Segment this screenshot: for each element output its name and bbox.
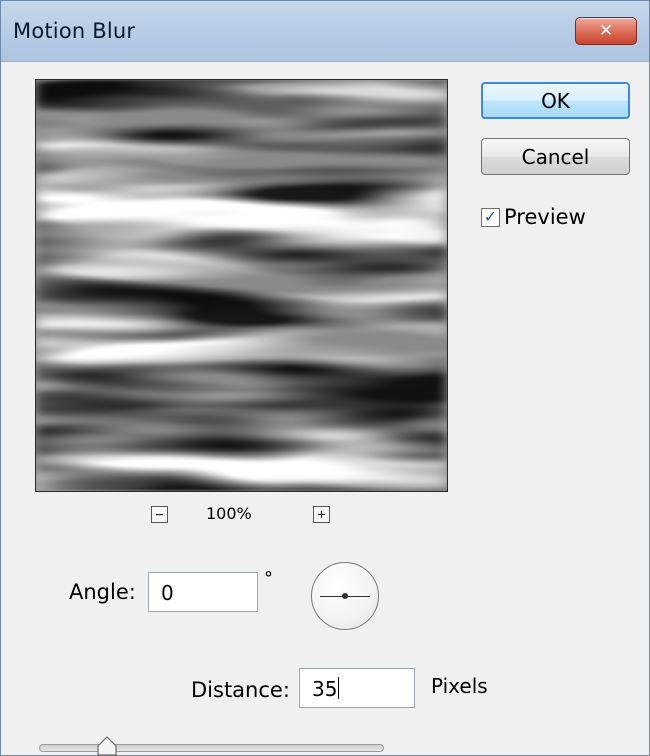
zoom-out-icon: − <box>155 506 164 523</box>
preview-label: Preview <box>504 205 586 229</box>
text-caret <box>338 677 340 699</box>
ok-button[interactable]: OK <box>481 82 630 119</box>
distance-value: 35 <box>312 677 338 701</box>
angle-dial-center <box>342 593 348 599</box>
zoom-in-icon: + <box>317 506 326 523</box>
cancel-button[interactable]: Cancel <box>481 138 630 175</box>
title-bar[interactable]: Motion Blur ✕ <box>1 1 649 62</box>
close-icon: ✕ <box>598 20 614 41</box>
slider-thumb-icon[interactable] <box>96 736 118 756</box>
preview-toggle[interactable]: ✓ Preview <box>481 205 586 229</box>
preview-checkbox[interactable]: ✓ <box>481 207 500 227</box>
zoom-level: 100% <box>206 504 252 523</box>
checkmark-icon: ✓ <box>483 207 498 226</box>
close-button[interactable]: ✕ <box>575 17 637 45</box>
distance-slider[interactable] <box>39 744 384 752</box>
zoom-in-button[interactable]: + <box>313 506 330 523</box>
distance-input[interactable]: 35 <box>299 668 415 708</box>
angle-input[interactable]: 0 <box>148 572 258 612</box>
angle-label: Angle: <box>69 580 136 604</box>
distance-unit: Pixels <box>431 674 488 698</box>
distance-label: Distance: <box>191 678 290 702</box>
angle-dial[interactable] <box>311 562 379 630</box>
degree-symbol: ° <box>264 568 273 589</box>
angle-value: 0 <box>161 581 174 605</box>
dialog-title: Motion Blur <box>13 19 136 43</box>
motion-blur-dialog: Motion Blur ✕ OK Cancel ✓ Preview − 100%… <box>0 0 650 756</box>
zoom-out-button[interactable]: − <box>151 506 168 523</box>
dialog-content: OK Cancel ✓ Preview − 100% + Angle: 0 ° … <box>6 62 644 756</box>
blurred-noise-preview <box>36 80 447 491</box>
preview-image[interactable] <box>35 79 448 492</box>
